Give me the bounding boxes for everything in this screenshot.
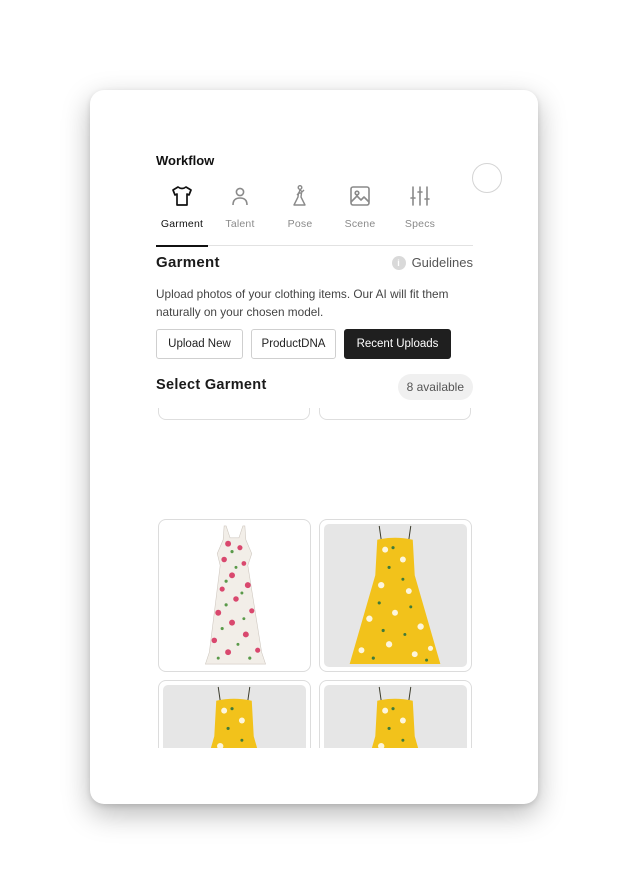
yellow-sundress-image — [210, 686, 258, 748]
guidelines-label: Guidelines — [411, 255, 473, 270]
shirt-icon — [172, 186, 192, 206]
garment-tile-yellow-sundress[interactable] — [319, 680, 472, 748]
tab-label: Specs — [404, 218, 436, 230]
yellow-sundress-image — [371, 686, 419, 748]
workflow-tabs: Garment Talent Pose Scene Specs — [156, 182, 473, 247]
tab-garment[interactable]: Garment — [156, 182, 208, 247]
garment-section-title: Garment — [156, 254, 220, 271]
garment-grid[interactable] — [156, 408, 473, 748]
tab-label: Garment — [160, 218, 204, 230]
garment-tile-partial[interactable] — [158, 408, 310, 420]
sliders-icon — [410, 186, 430, 206]
workflow-panel: Workflow Garment Talent Pose Scene Specs… — [90, 90, 538, 804]
scroll-right-button[interactable] — [472, 163, 502, 193]
tab-talent[interactable]: Talent — [214, 182, 266, 246]
garment-description: Upload photos of your clothing items. Ou… — [156, 287, 449, 319]
person-icon — [232, 187, 248, 206]
yellow-sundress-image — [349, 525, 441, 665]
garment-tile-yellow-sundress[interactable] — [319, 519, 472, 672]
tab-pose[interactable]: Pose — [274, 182, 326, 246]
recent-uploads-button[interactable]: Recent Uploads — [344, 329, 451, 359]
tab-specs[interactable]: Specs — [394, 182, 446, 246]
garment-image — [163, 685, 306, 748]
floral-maxi-dress-image — [204, 525, 266, 665]
available-count-badge: 8 available — [397, 374, 473, 400]
garment-image — [163, 524, 306, 667]
garment-tile-partial[interactable] — [319, 408, 471, 420]
select-garment-title: Select Garment — [156, 377, 267, 393]
tab-label: Scene — [344, 218, 376, 230]
image-icon — [350, 186, 370, 206]
upload-new-button[interactable]: Upload New — [156, 329, 243, 359]
pose-icon — [293, 185, 306, 206]
garment-image — [324, 524, 467, 667]
guidelines-link[interactable]: i Guidelines — [391, 255, 473, 270]
garment-tile-floral-maxi-dress[interactable] — [158, 519, 311, 672]
product-dna-button[interactable]: ProductDNA — [251, 329, 336, 359]
tab-label: Pose — [287, 218, 313, 230]
tab-label: Talent — [225, 218, 255, 230]
garment-tile-yellow-sundress[interactable] — [158, 680, 311, 748]
tab-scene[interactable]: Scene — [334, 182, 386, 246]
garment-image — [324, 685, 467, 748]
info-icon: i — [391, 255, 406, 270]
workflow-title: Workflow — [156, 153, 215, 168]
